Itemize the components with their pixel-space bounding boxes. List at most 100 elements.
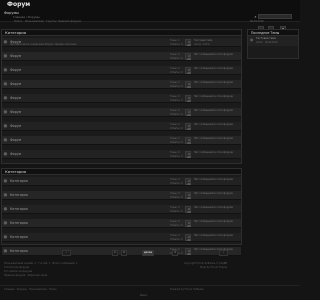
footer-who-online[interactable]: Кто сейчас на форуме bbox=[4, 270, 32, 273]
forum-icon: ● bbox=[3, 124, 8, 129]
forum-row[interactable]: ● Форум Темы: 0 Ответы: 0 Нет сообщений в эт… bbox=[2, 66, 241, 75]
posts-count: Ответы: 0 bbox=[170, 238, 183, 241]
forum-icon: ● bbox=[3, 179, 8, 184]
forum-name[interactable]: Форум bbox=[10, 96, 21, 100]
forum-row[interactable]: ●Категория Темы: 0Ответы: 0 Нет сообщений … bbox=[2, 219, 241, 228]
footer-stats[interactable]: Статистика форума bbox=[4, 266, 29, 269]
last-post-title[interactable]: Нет сообщений в этом форуме bbox=[194, 109, 233, 112]
forum-icon: ● bbox=[3, 235, 8, 240]
search-input[interactable] bbox=[258, 14, 292, 19]
posts-count: Ответы: 0 bbox=[170, 99, 183, 102]
footer-rules[interactable]: Правила форума · Обратная связь bbox=[4, 274, 47, 277]
forum-icon: ● bbox=[3, 249, 8, 254]
last-post-title[interactable]: Нет сообщений в этом форуме bbox=[194, 178, 233, 181]
last-post-title[interactable]: Нет сообщений в этом форуме bbox=[194, 234, 233, 237]
topics-count: Темы: 0 bbox=[170, 53, 180, 56]
posts-count: Ответы: 0 bbox=[170, 127, 183, 130]
pagination-page-3[interactable]: 3 bbox=[172, 250, 178, 256]
forum-name[interactable]: Категория bbox=[10, 179, 28, 183]
topics-count: Темы: 1 bbox=[170, 39, 180, 42]
forum-name[interactable]: Категория bbox=[10, 207, 28, 211]
forum-name[interactable]: Категория bbox=[10, 249, 28, 253]
forum-row[interactable]: ●Категория Темы: 0Ответы: 0 Нет сообщений … bbox=[2, 177, 241, 186]
forum-name[interactable]: Форум bbox=[10, 68, 21, 72]
forum-section: Категория ● Форум Автоматически созданный … bbox=[1, 29, 242, 164]
forum-row[interactable]: ● Форум Темы: 0 Ответы: 0 Нет сообщений в эт… bbox=[2, 80, 241, 89]
forum-row[interactable]: ● Форум Темы: 0 Ответы: 0 Нет сообщений в эт… bbox=[2, 94, 241, 103]
posts-count: Ответы: 0 bbox=[170, 210, 183, 213]
avatar bbox=[185, 192, 191, 199]
forum-name[interactable]: Категория bbox=[10, 235, 28, 239]
forum-icon: ● bbox=[3, 54, 8, 59]
forum-row[interactable]: ● Форум Темы: 0 Ответы: 0 Нет сообщений в эт… bbox=[2, 122, 241, 131]
forum-row[interactable]: ● Форум Темы: 0 Ответы: 0 Нет сообщений в эт… bbox=[2, 150, 241, 159]
back-to-top-link[interactable]: Вверх bbox=[140, 294, 147, 297]
forum-name[interactable]: Форум bbox=[10, 110, 21, 114]
sidebar-item-meta: Admin · 06.09.2016 bbox=[256, 41, 278, 44]
footer-powered: Powered by Forum Software bbox=[170, 288, 204, 291]
forum-row[interactable]: ●Категория Темы: 0Ответы: 0 Нет сообщений … bbox=[2, 191, 241, 200]
forum-row[interactable]: ● Форум Автоматически созданный форум, при… bbox=[2, 38, 241, 47]
avatar bbox=[185, 206, 191, 213]
pagination-page-2[interactable]: 2 bbox=[121, 250, 127, 256]
posts-count: Ответы: 0 bbox=[170, 141, 183, 144]
forum-name[interactable]: Категория bbox=[10, 193, 28, 197]
site-title[interactable]: Форум bbox=[7, 1, 30, 8]
forum-name[interactable]: Форум bbox=[10, 82, 21, 86]
forum-name[interactable]: Категория bbox=[10, 221, 28, 225]
last-post-title[interactable]: Нет сообщений в этом форуме bbox=[194, 81, 233, 84]
pagination-next-label[interactable]: далее bbox=[142, 250, 154, 256]
forum-icon: ● bbox=[3, 152, 8, 157]
avatar bbox=[185, 137, 191, 144]
forum-row[interactable]: ● Форум Темы: 0 Ответы: 0 Нет сообщений в эт… bbox=[2, 52, 241, 61]
forum-name[interactable]: Форум bbox=[10, 54, 21, 58]
category-section: Категория ● Категория Темы: 0 Ответы: 0 Нет … bbox=[1, 168, 242, 256]
avatar bbox=[185, 178, 191, 185]
topics-count: Темы: 0 bbox=[170, 137, 180, 140]
forum-row[interactable]: ●Категория Темы: 0Ответы: 0 Нет сообщений … bbox=[2, 233, 241, 242]
avatar bbox=[185, 95, 191, 102]
posts-count: Ответы: 0 bbox=[170, 182, 183, 185]
last-post-title[interactable]: Нет сообщений в этом форуме bbox=[194, 123, 233, 126]
forum-row[interactable]: ●Категория Темы: 0Ответы: 0 Нет сообщений … bbox=[2, 205, 241, 214]
nav-links-right[interactable]: Правила форума bbox=[58, 20, 81, 23]
forum-icon: ● bbox=[3, 40, 8, 45]
pagination-prev[interactable]: ‹ bbox=[62, 250, 71, 256]
topics-count: Темы: 0 bbox=[170, 192, 180, 195]
last-post-title[interactable]: Нет сообщений в этом форуме bbox=[194, 192, 233, 195]
posts-count: Ответы: 0 bbox=[170, 224, 183, 227]
forum-name[interactable]: Форум bbox=[10, 152, 21, 156]
forum-row[interactable]: ● Форум Темы: 0 Ответы: 0 Нет сообщений в эт… bbox=[2, 108, 241, 117]
avatar bbox=[185, 81, 191, 88]
posts-count: Ответы: 0 bbox=[170, 113, 183, 116]
posts-count: Ответы: 0 bbox=[170, 57, 183, 60]
posts-count: Ответы: 0 bbox=[170, 85, 183, 88]
posts-count: Ответы: 0 bbox=[170, 155, 183, 158]
forum-icon: ● bbox=[3, 207, 8, 212]
posts-count: Ответы: 0 bbox=[170, 43, 183, 46]
last-post-title[interactable]: Нет сообщений в этом форуме bbox=[194, 220, 233, 223]
forum-icon: ● bbox=[3, 82, 8, 87]
forum-name[interactable]: Форум bbox=[10, 138, 21, 142]
topics-count: Темы: 0 bbox=[170, 109, 180, 112]
last-post-title[interactable]: Нет сообщений в этом форуме bbox=[194, 67, 233, 70]
footer-nav[interactable]: Главная · Форумы · Пользователи · Поиск bbox=[4, 288, 57, 291]
sidebar-item-title[interactable]: Тестовая тема bbox=[256, 37, 276, 40]
pagination-page-1[interactable]: 1 bbox=[112, 250, 118, 256]
avatar bbox=[185, 109, 191, 116]
forum-row[interactable]: ● Форум Темы: 0 Ответы: 0 Нет сообщений в эт… bbox=[2, 136, 241, 145]
avatar bbox=[185, 220, 191, 227]
footer-online: Пользователей онлайн: 1 · Гостей: 1 · Вс… bbox=[4, 262, 78, 265]
forum-icon: ● bbox=[3, 193, 8, 198]
forum-name[interactable]: Форум bbox=[10, 124, 21, 128]
forum-icon: ● bbox=[3, 68, 8, 73]
breadcrumb-sub[interactable]: Главная / Форумы bbox=[13, 15, 40, 19]
last-post-title[interactable]: Нет сообщений в этом форуме bbox=[194, 137, 233, 140]
last-post-title[interactable]: Нет сообщений в этом форуме bbox=[194, 206, 233, 209]
last-post-title[interactable]: Нет сообщений в этом форуме bbox=[194, 53, 233, 56]
nav-links-left[interactable]: Поиск · Пользователи · Группы bbox=[14, 20, 57, 23]
last-post-title[interactable]: Нет сообщений в этом форуме bbox=[194, 95, 233, 98]
avatar bbox=[185, 39, 191, 46]
last-post-title[interactable]: Нет сообщений в этом форуме bbox=[194, 151, 233, 154]
pagination-next[interactable]: › bbox=[219, 250, 228, 256]
